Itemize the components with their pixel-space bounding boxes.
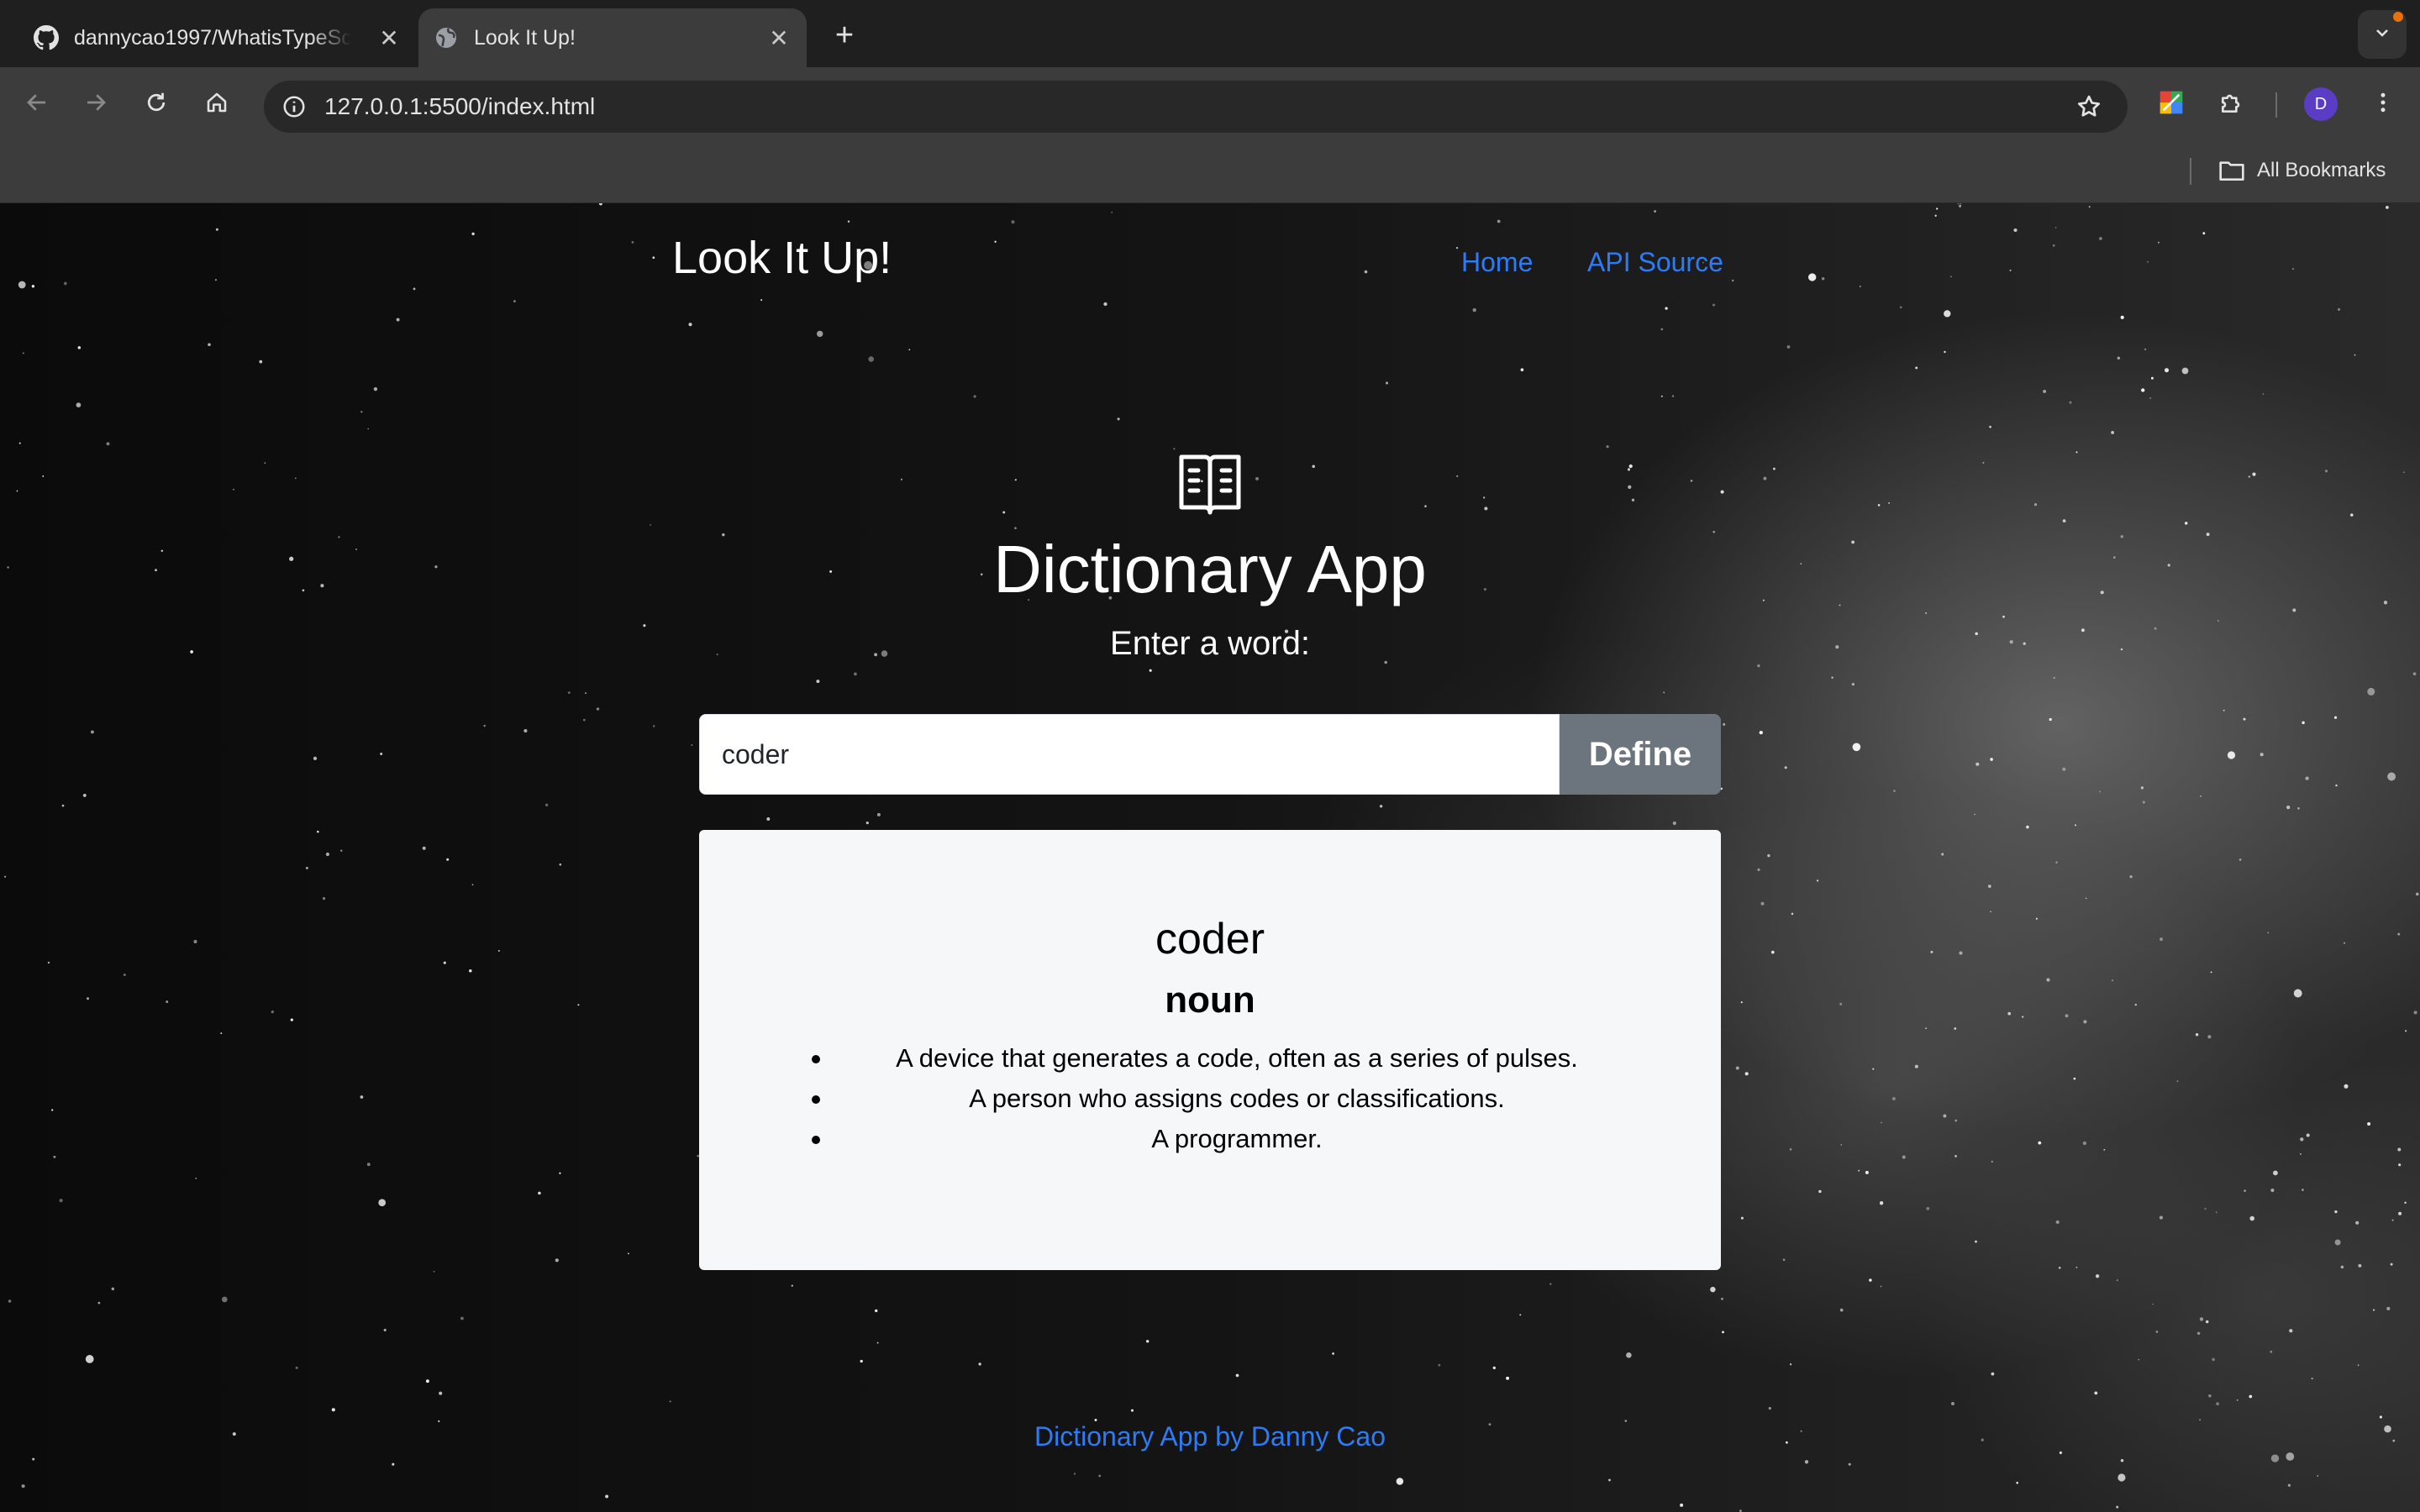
bullet-icon — [812, 1095, 820, 1104]
definition-text: A device that generates a code, often as… — [896, 1043, 1578, 1073]
toolbar-divider — [2275, 92, 2277, 118]
notification-dot — [2393, 12, 2403, 22]
globe-icon — [434, 25, 459, 50]
more-vertical-icon — [2381, 92, 2386, 113]
definitions-list: A device that generates a code, often as… — [699, 1038, 1721, 1159]
tab-github[interactable]: dannycao1997/WhatisTypeScript ✕ — [0, 8, 417, 67]
nav-link-home[interactable]: Home — [1461, 247, 1533, 278]
all-bookmarks-button[interactable]: All Bookmarks — [2218, 138, 2386, 203]
footer-credit[interactable]: Dictionary App by Danny Cao — [0, 1421, 2420, 1452]
tab-strip: dannycao1997/WhatisTypeScript ✕ Look It … — [0, 0, 2420, 67]
folder-icon — [2218, 159, 2245, 182]
forward-button[interactable] — [77, 84, 114, 121]
nav-link-api-source[interactable]: API Source — [1587, 247, 1723, 278]
word-input[interactable] — [699, 714, 1560, 795]
book-icon — [1179, 454, 1241, 515]
puzzle-icon — [2222, 94, 2240, 113]
site-brand[interactable]: Look It Up! — [672, 232, 892, 284]
bullet-icon — [812, 1055, 820, 1063]
tab-search-button[interactable] — [2358, 10, 2407, 59]
bookmark-star-icon[interactable] — [2070, 88, 2107, 125]
github-icon — [34, 25, 59, 50]
arrow-left-icon — [27, 94, 45, 111]
definition-text: A programmer. — [1151, 1124, 1323, 1153]
page-subtitle: Enter a word: — [1110, 625, 1310, 662]
tab-look-it-up[interactable]: Look It Up! ✕ — [418, 8, 807, 67]
address-bar[interactable]: 127.0.0.1:5500/index.html — [264, 81, 2128, 133]
all-bookmarks-label: All Bookmarks — [2257, 159, 2386, 181]
bookmarks-divider — [2190, 158, 2191, 185]
definition-item: A person who assigns codes or classifica… — [699, 1079, 1721, 1119]
extensions-button[interactable] — [2213, 84, 2250, 121]
definition-item: A device that generates a code, often as… — [699, 1038, 1721, 1079]
arrow-right-icon — [87, 94, 106, 111]
new-tab-button[interactable]: + — [828, 18, 861, 52]
definition-text: A person who assigns codes or classifica… — [969, 1084, 1505, 1113]
define-button[interactable]: Define — [1560, 714, 1721, 795]
back-button[interactable] — [18, 84, 55, 121]
definition-item: A programmer. — [699, 1119, 1721, 1159]
page-viewport: Look It Up! Home API Source Dictionary A… — [0, 203, 2420, 1512]
extension-logo-icon — [2160, 91, 2183, 114]
profile-avatar[interactable]: D — [2304, 87, 2338, 121]
home-icon — [207, 92, 227, 113]
part-of-speech: noun — [1165, 979, 1255, 1021]
site-info-icon[interactable] — [276, 88, 313, 125]
reload-icon — [147, 92, 166, 112]
bookmarks-bar: All Bookmarks — [0, 138, 2420, 203]
browser-menu-button[interactable] — [2365, 84, 2402, 121]
reload-button[interactable] — [138, 84, 175, 121]
browser-toolbar: 127.0.0.1:5500/index.html D — [0, 67, 2420, 138]
extension-button[interactable] — [2153, 84, 2190, 121]
result-word: coder — [1155, 915, 1265, 963]
url-text: 127.0.0.1:5500/index.html — [324, 93, 596, 119]
tab-title: dannycao1997/WhatisTypeScript — [74, 25, 351, 50]
close-tab-icon[interactable]: ✕ — [766, 25, 792, 51]
chevron-down-icon — [2372, 23, 2392, 47]
close-tab-icon[interactable]: ✕ — [376, 25, 402, 51]
page-title: Dictionary App — [993, 532, 1427, 606]
home-button[interactable] — [198, 84, 235, 121]
tab-title: Look It Up! — [474, 25, 576, 50]
bullet-icon — [812, 1136, 820, 1144]
definition-card: coder noun A device that generates a cod… — [699, 830, 1721, 1270]
